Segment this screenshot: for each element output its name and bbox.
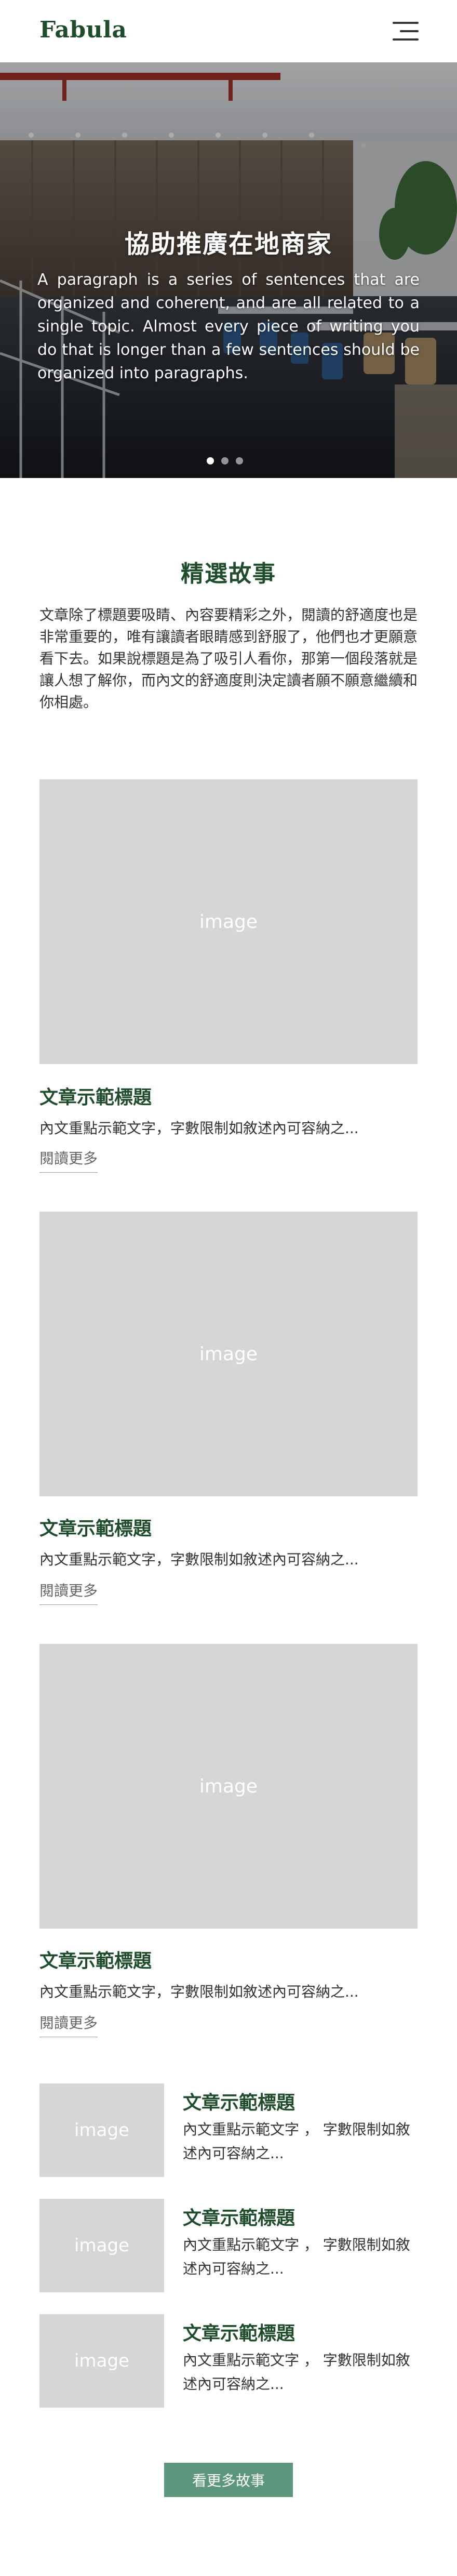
carousel-dot-2[interactable] xyxy=(221,457,228,464)
small-card-excerpt: 內文重點示範文字 ， 字數限制如敘述內可容納之... xyxy=(183,2236,410,2277)
card-image[interactable]: image xyxy=(39,1212,418,1496)
card-title[interactable]: 文章示範標題 xyxy=(39,1513,152,1541)
card-excerpt: 內文重點示範文字，字數限制如敘述內可容納之... xyxy=(39,1983,359,2000)
site-logo[interactable]: Fabula xyxy=(39,17,127,43)
small-card-image[interactable]: image xyxy=(39,2199,164,2292)
see-more-stories-button[interactable]: 看更多故事 xyxy=(164,2463,293,2497)
hero-title: 協助推廣在地商家 xyxy=(124,230,332,259)
carousel-dot-3[interactable] xyxy=(236,457,243,464)
site-header: Fabula xyxy=(0,0,457,62)
card-excerpt: 內文重點示範文字，字數限制如敘述內可容納之... xyxy=(39,1120,359,1137)
card-title[interactable]: 文章示範標題 xyxy=(39,1082,152,1109)
card-title[interactable]: 文章示範標題 xyxy=(39,1946,152,1973)
hamburger-menu-icon[interactable] xyxy=(393,22,419,41)
section-intro: 文章除了標題要吸睛、內容要精彩之外，閱讀的舒適度也是非常重要的，唯有讓讀者眼睛感… xyxy=(39,606,418,711)
small-card-excerpt: 內文重點示範文字 ， 字數限制如敘述內可容納之... xyxy=(183,2121,410,2162)
small-card-title[interactable]: 文章示範標題 xyxy=(183,2318,295,2345)
small-card-title[interactable]: 文章示範標題 xyxy=(183,2088,295,2115)
read-more-link[interactable]: 閱讀更多 xyxy=(39,1147,98,1173)
image-placeholder-label: image xyxy=(74,2120,129,2141)
image-placeholder-label: image xyxy=(74,2235,129,2256)
read-more-link[interactable]: 閱讀更多 xyxy=(39,2012,98,2037)
image-placeholder-label: image xyxy=(199,1775,258,1797)
image-placeholder-label: image xyxy=(199,911,258,933)
card-excerpt: 內文重點示範文字，字數限制如敘述內可容納之... xyxy=(39,1551,359,1568)
image-placeholder-label: image xyxy=(74,2351,129,2371)
image-placeholder-label: image xyxy=(199,1343,258,1365)
read-more-link[interactable]: 閱讀更多 xyxy=(39,1579,98,1605)
section-title: 精選故事 xyxy=(181,561,276,587)
hero-description: A paragraph is a series of sentences tha… xyxy=(37,271,420,382)
carousel-dot-1[interactable] xyxy=(207,457,214,464)
hero-carousel: 協助推廣在地商家 A paragraph is a series of sent… xyxy=(0,62,457,478)
small-card-title[interactable]: 文章示範標題 xyxy=(183,2203,295,2230)
small-card-excerpt: 內文重點示範文字 ， 字數限制如敘述內可容納之... xyxy=(183,2352,410,2393)
card-image[interactable]: image xyxy=(39,779,418,1064)
card-image[interactable]: image xyxy=(39,1644,418,1929)
small-card-image[interactable]: image xyxy=(39,2083,164,2177)
small-card-image[interactable]: image xyxy=(39,2314,164,2408)
hero-caption: 協助推廣在地商家 A paragraph is a series of sent… xyxy=(37,223,420,385)
